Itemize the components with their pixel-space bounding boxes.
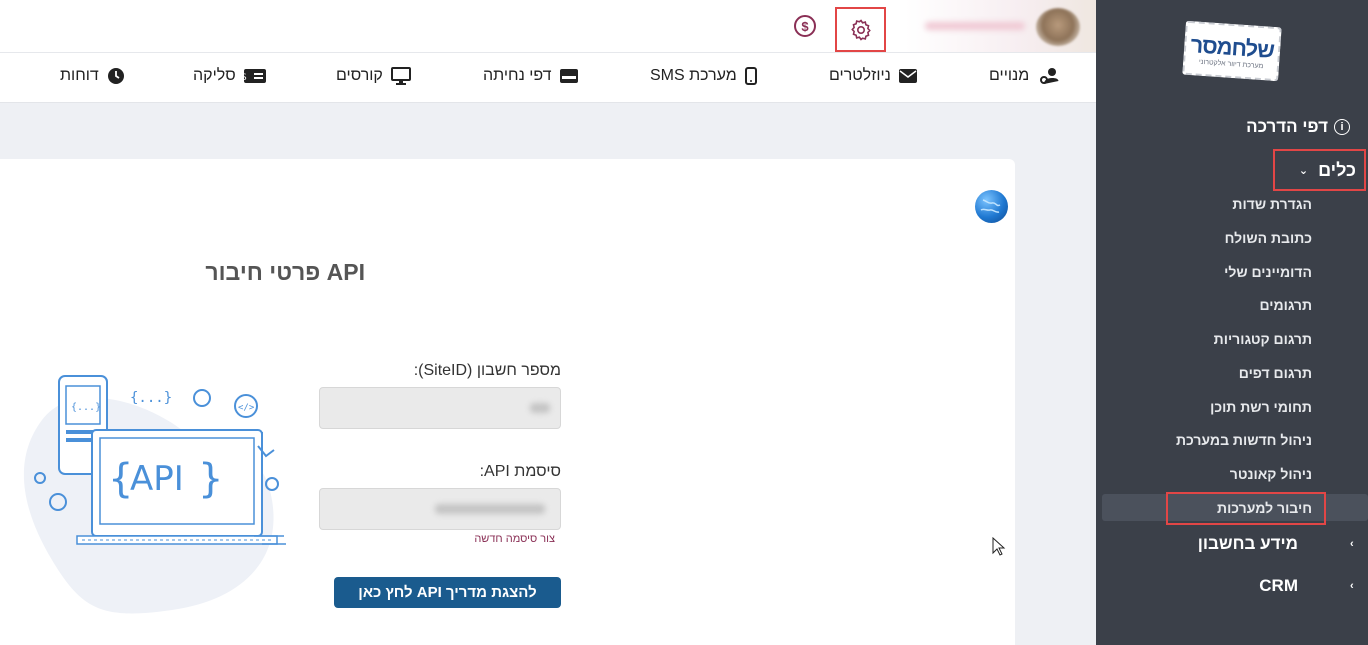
sidebar-item-label: CRM <box>1259 576 1298 595</box>
highlight-box <box>1166 492 1326 525</box>
chevron-right-icon: › <box>1350 580 1354 592</box>
site-id-value-redacted <box>530 403 550 413</box>
menu-item-label: דוחות <box>60 67 99 84</box>
dollar-icon[interactable]: $ <box>794 15 816 37</box>
sidebar-subitem-translations[interactable]: תרגומים <box>1259 297 1312 313</box>
clock-icon <box>107 67 125 85</box>
menu-item-subscribers[interactable]: מנויים <box>989 67 1061 85</box>
mobile-icon <box>744 67 757 85</box>
monitor-icon <box>390 67 411 85</box>
new-password-link[interactable]: צור סיסמה חדשה <box>420 533 555 545</box>
sidebar-subitem-my-domains[interactable]: הדומיינים שלי <box>1224 264 1312 280</box>
user-name-redacted <box>925 22 1025 30</box>
menu-item-label: מנויים <box>989 67 1030 84</box>
main-menu: מנויים ניוזלטרים מערכת SMS דפי נחיתה קור… <box>0 53 1096 103</box>
mouse-cursor-icon <box>992 537 1006 556</box>
sidebar-item-tools[interactable]: כלים ⌄ <box>1273 149 1366 191</box>
illustration-api-text: API <box>130 459 184 499</box>
svg-text:}: } <box>198 456 223 502</box>
card-icon <box>559 69 578 83</box>
user-gear-icon <box>1037 67 1061 85</box>
page-title: פרטי חיבור API <box>205 259 365 285</box>
sidebar-item-label: מידע בחשבון <box>1197 534 1298 553</box>
sidebar-subitem-sender-address[interactable]: כתובת השולח <box>1225 230 1312 246</box>
api-password-field[interactable] <box>319 488 561 530</box>
site-id-field[interactable] <box>319 387 561 429</box>
menu-item-label: מערכת SMS <box>650 67 737 84</box>
globe-icon[interactable] <box>975 190 1008 223</box>
money-card-icon: $ <box>243 69 266 83</box>
sidebar: שלחמסר מערכת דיוור אלקטרוני i דפי הדרכה … <box>1096 0 1368 645</box>
api-guide-button[interactable]: להצגת מדריך API לחץ כאן <box>334 577 561 608</box>
sidebar-subitem-field-settings[interactable]: הגדרת שדות <box>1232 196 1312 212</box>
sidebar-subitem-category-translation[interactable]: תרגום קטגוריות <box>1214 331 1312 347</box>
sidebar-subitem-page-translation[interactable]: תרגום דפים <box>1239 365 1312 381</box>
sidebar-item-label: כלים <box>1318 159 1356 180</box>
api-illustration: {...} { API } {...} </> <box>23 375 286 614</box>
sidebar-item-guide-pages[interactable]: i דפי הדרכה <box>1096 116 1368 138</box>
gear-icon <box>850 18 871 41</box>
settings-button[interactable] <box>835 7 886 52</box>
menu-item-reports[interactable]: דוחות <box>60 67 125 85</box>
menu-item-label: סליקה <box>193 67 236 84</box>
menu-item-sms[interactable]: מערכת SMS <box>650 67 757 85</box>
illustration-code-icon: </> <box>238 403 255 413</box>
menu-item-landing-pages[interactable]: דפי נחיתה <box>483 67 578 85</box>
svg-text:$: $ <box>244 72 247 83</box>
menu-item-label: ניוזלטרים <box>829 67 891 84</box>
sidebar-item-account-info[interactable]: מידע בחשבון › <box>1096 533 1368 555</box>
api-password-value-redacted <box>435 504 545 514</box>
sidebar-subitem-counter-management[interactable]: ניהול קאונטר <box>1230 466 1312 482</box>
avatar[interactable] <box>1036 8 1080 46</box>
sidebar-subitem-content-network[interactable]: תחומי רשת תוכן <box>1210 399 1312 415</box>
menu-item-courses[interactable]: קורסים <box>336 67 411 85</box>
chevron-down-icon: ⌄ <box>1298 164 1309 177</box>
chevron-right-icon: › <box>1350 538 1354 550</box>
info-icon: i <box>1334 119 1350 135</box>
menu-item-payments[interactable]: $ סליקה <box>193 67 266 85</box>
menu-item-label: קורסים <box>336 67 383 84</box>
sidebar-item-crm[interactable]: CRM › <box>1096 575 1368 597</box>
logo[interactable]: שלחמסר מערכת דיוור אלקטרוני <box>1182 20 1282 82</box>
api-password-label: סיסמת API: <box>479 463 561 480</box>
illustration-braces: {...} <box>130 390 172 406</box>
menu-item-newsletters[interactable]: ניוזלטרים <box>829 67 917 85</box>
site-id-label: מספר חשבון (SiteID): <box>413 362 561 379</box>
envelope-icon <box>898 69 917 83</box>
sidebar-subitem-news-management[interactable]: ניהול חדשות במערכת <box>1176 432 1312 448</box>
menu-item-label: דפי נחיתה <box>483 67 552 84</box>
illustration-braces-small: {...} <box>71 402 101 413</box>
sidebar-item-label: דפי הדרכה <box>1246 117 1328 136</box>
